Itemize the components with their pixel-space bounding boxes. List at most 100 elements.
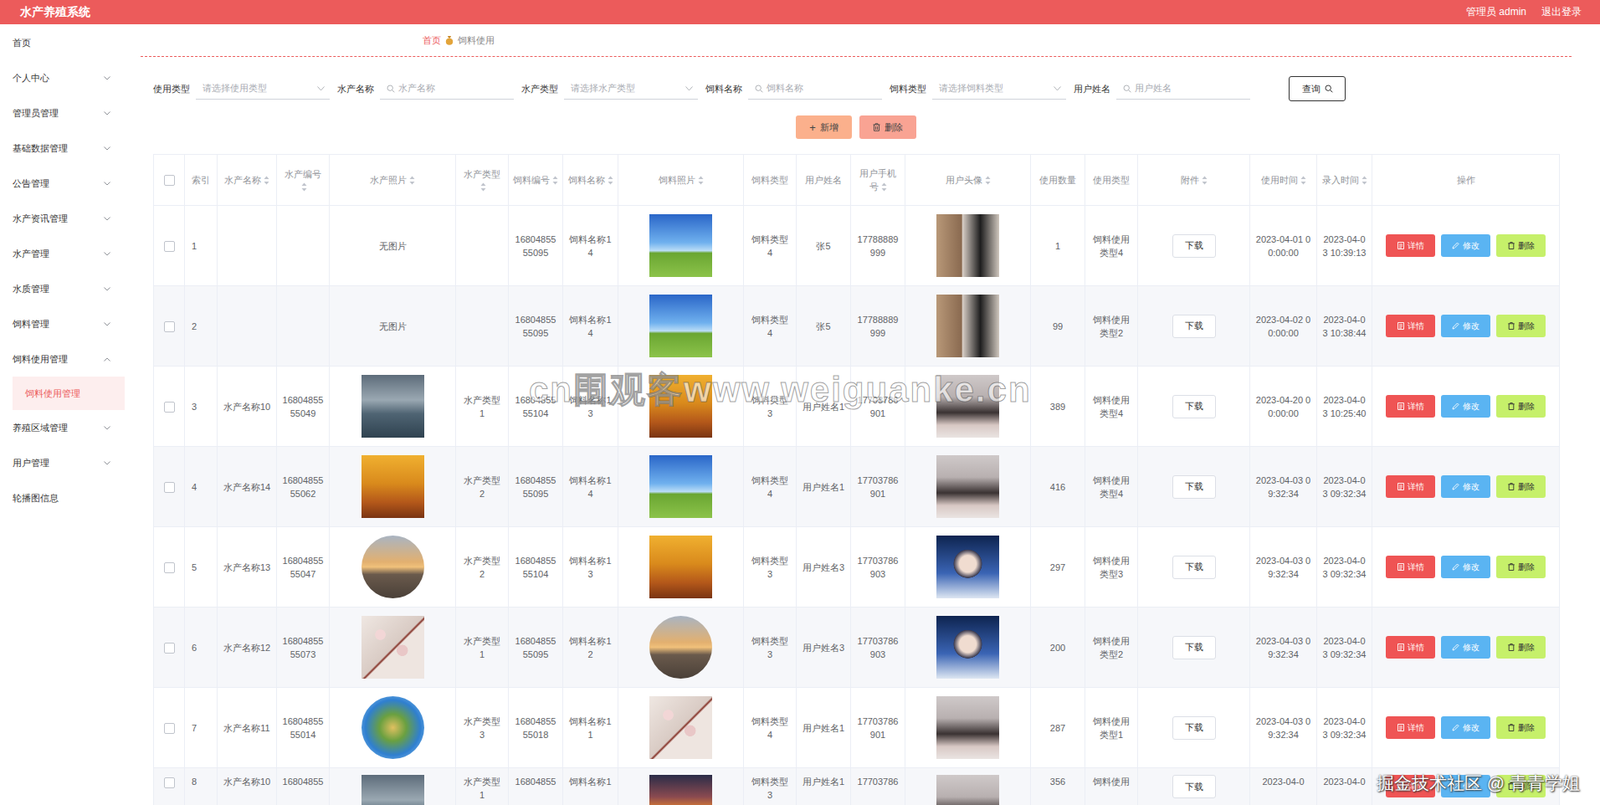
sort-icon[interactable] [607, 175, 614, 185]
operation-cell: 详情修改删除 [1372, 527, 1560, 608]
row-checkbox[interactable] [164, 723, 175, 734]
sort-icon[interactable] [697, 175, 704, 185]
delete-button[interactable]: 删除 [1496, 234, 1546, 257]
table-row[interactable]: 4水产名称141680485555062水产类型21680485555095饲料… [153, 446, 1560, 528]
download-button[interactable]: 下载 [1172, 394, 1216, 419]
sidebar-item[interactable]: 养殖区域管理 [0, 410, 125, 446]
chevron-icon [103, 216, 111, 221]
detail-button[interactable]: 详情 [1385, 774, 1436, 798]
sort-icon[interactable] [480, 182, 487, 192]
filter-input[interactable]: 饲料名称 [748, 77, 883, 100]
sidebar-item[interactable]: 个人中心 [0, 60, 125, 96]
filter-input[interactable]: 请选择水产类型 [564, 77, 698, 100]
delete-button[interactable]: 删除 [1496, 716, 1546, 739]
chevron-icon [103, 181, 111, 186]
row-checkbox[interactable] [164, 321, 175, 333]
edit-button[interactable]: 修改 [1441, 234, 1491, 257]
sidebar-item[interactable]: 水产资讯管理 [0, 200, 125, 236]
delete-button[interactable]: 删除 [1496, 314, 1546, 338]
row-checkbox[interactable] [164, 642, 175, 654]
row-checkbox[interactable] [164, 482, 175, 493]
sort-icon[interactable] [263, 175, 270, 185]
select-all-checkbox[interactable] [164, 174, 175, 186]
table-row[interactable]: 8水产名称1016804855水产类型116804855饲料名称1饲料类型3用户… [153, 768, 1560, 805]
download-button[interactable]: 下载 [1172, 774, 1216, 799]
sidebar-item[interactable]: 水产管理 [0, 235, 125, 272]
sort-icon[interactable] [552, 175, 559, 185]
feed-code-cell: 16804855 [508, 768, 564, 805]
detail-button[interactable]: 详情 [1385, 716, 1436, 739]
quantity-cell: 200 [1030, 607, 1086, 688]
detail-button[interactable]: 详情 [1385, 555, 1436, 579]
table-row[interactable]: 7水产名称111680485555014水产类型31680485555018饲料… [153, 687, 1560, 769]
edit-button[interactable]: 修改 [1441, 475, 1491, 498]
edit-button[interactable]: 修改 [1441, 314, 1491, 338]
add-button[interactable]: +新增 [795, 115, 852, 139]
table-row[interactable]: 3水产名称101680485555049水产类型11680485555104饲料… [153, 366, 1560, 447]
delete-button[interactable]: 删除 [1496, 774, 1546, 798]
detail-button[interactable]: 详情 [1385, 314, 1436, 338]
detail-button[interactable]: 详情 [1385, 394, 1436, 418]
edit-button[interactable]: 修改 [1441, 394, 1491, 418]
table-row[interactable]: 2无图片1680485555095饲料名称14饲料类型4张51778888999… [153, 286, 1560, 367]
delete-button[interactable]: 删除 [859, 115, 917, 139]
created-cell: 2023-04-03 10:38:44 [1317, 286, 1373, 367]
sort-icon[interactable] [1361, 175, 1368, 185]
document-icon [1397, 322, 1405, 330]
detail-button[interactable]: 详情 [1385, 234, 1436, 257]
sidebar-item[interactable]: 基础数据管理 [0, 130, 125, 166]
sidebar-subitem[interactable]: 饲料使用管理 [12, 376, 125, 411]
index-cell: 2 [184, 286, 218, 367]
sidebar-item[interactable]: 饲料使用管理 [0, 341, 125, 377]
row-checkbox[interactable] [164, 401, 175, 413]
detail-button[interactable]: 详情 [1385, 635, 1436, 659]
sidebar-item[interactable]: 饲料管理 [0, 306, 125, 342]
delete-button[interactable]: 删除 [1496, 394, 1546, 418]
download-button[interactable]: 下载 [1172, 635, 1216, 660]
table-row[interactable]: 1无图片1680485555095饲料名称14饲料类型4张51778888999… [153, 205, 1560, 287]
row-checkbox[interactable] [164, 777, 175, 789]
download-button[interactable]: 下载 [1172, 314, 1216, 339]
detail-button[interactable]: 详情 [1385, 475, 1436, 498]
breadcrumb-home[interactable]: 首页 [422, 34, 442, 47]
sort-icon[interactable] [984, 175, 991, 185]
filter-input[interactable]: 请选择使用类型 [195, 77, 330, 100]
sort-icon[interactable] [301, 182, 308, 192]
operation-cell: 详情修改删除 [1372, 446, 1560, 528]
delete-button[interactable]: 删除 [1496, 555, 1546, 579]
download-button[interactable]: 下载 [1172, 716, 1216, 740]
filter-input[interactable]: 水产名称 [379, 77, 514, 100]
download-button[interactable]: 下载 [1172, 475, 1216, 499]
sort-icon[interactable] [1300, 175, 1307, 185]
download-button[interactable]: 下载 [1172, 555, 1216, 580]
logout-link[interactable]: 退出登录 [1541, 5, 1582, 20]
edit-button[interactable]: 修改 [1441, 716, 1491, 739]
sidebar-item[interactable]: 用户管理 [0, 445, 125, 481]
delete-button[interactable]: 删除 [1496, 635, 1546, 659]
filter-input[interactable]: 请选择饲料类型 [932, 77, 1067, 100]
pencil-icon [1451, 322, 1460, 330]
query-button[interactable]: 查询 [1288, 76, 1346, 102]
row-checkbox[interactable] [164, 562, 175, 574]
edit-button[interactable]: 修改 [1441, 555, 1491, 579]
delete-button[interactable]: 删除 [1496, 475, 1546, 498]
download-button[interactable]: 下载 [1172, 234, 1216, 258]
edit-button[interactable]: 修改 [1441, 774, 1491, 798]
table-row[interactable]: 6水产名称121680485555073水产类型11680485555095饲料… [153, 607, 1560, 688]
sort-icon[interactable] [409, 175, 416, 185]
sidebar-item[interactable]: 首页 [0, 25, 125, 61]
sidebar-item[interactable]: 轮播图信息 [0, 480, 125, 516]
sidebar-item[interactable]: 水质管理 [0, 271, 125, 307]
use-time-cell: 2023-04-01 00:00:00 [1250, 205, 1318, 287]
table-row[interactable]: 5水产名称131680485555047水产类型21680485555104饲料… [153, 527, 1560, 608]
row-checkbox[interactable] [164, 241, 175, 252]
pencil-icon [1451, 643, 1460, 652]
header-cell: 用户头像 [905, 154, 1031, 206]
sort-icon[interactable] [881, 182, 888, 192]
sidebar-item[interactable]: 公告管理 [0, 165, 125, 201]
sidebar-item[interactable]: 管理员管理 [0, 95, 125, 131]
created-cell: 2023-04-03 10:39:13 [1317, 205, 1373, 287]
filter-input[interactable]: 用户姓名 [1116, 77, 1251, 100]
edit-button[interactable]: 修改 [1441, 635, 1491, 659]
sort-icon[interactable] [1201, 175, 1208, 185]
